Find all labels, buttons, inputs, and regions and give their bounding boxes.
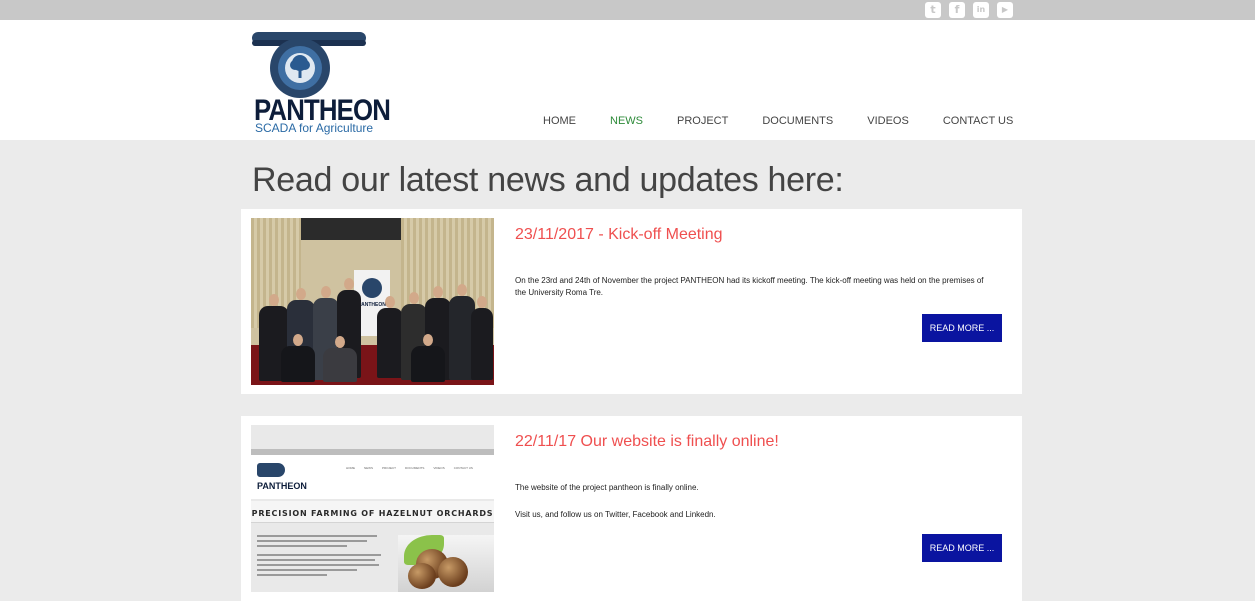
site-logo[interactable]: PANTHEON SCADA for Agriculture <box>252 32 391 135</box>
top-bar: t f in ▶ <box>0 0 1255 20</box>
tree-emblem-icon <box>252 32 366 98</box>
nav-item-project[interactable]: PROJECT <box>666 115 739 127</box>
linkedin-icon[interactable]: in <box>973 2 989 18</box>
read-more-button[interactable]: READ MORE ... <box>922 314 1002 342</box>
logo-tagline: SCADA for Agriculture <box>255 121 374 135</box>
news-summary: The website of the project pantheon is f… <box>515 483 699 492</box>
news-title[interactable]: 23/11/2017 - Kick-off Meeting <box>515 226 723 244</box>
nav-item-documents[interactable]: DOCUMENTS <box>751 115 844 127</box>
read-more-button[interactable]: READ MORE ... <box>922 534 1002 562</box>
nav-item-home[interactable]: HOME <box>532 115 587 127</box>
nav-item-videos[interactable]: VIDEOS <box>856 115 920 127</box>
news-card: PANTHEON 23/11/2017 - Kick-off Meeting O… <box>241 209 1022 394</box>
nav-item-news[interactable]: NEWS <box>599 115 654 127</box>
news-image-website-preview[interactable]: PANTHEON HOME NEWS PROJECT DOCUMENTS VID… <box>251 425 494 592</box>
social-links: t f in ▶ <box>925 2 1013 18</box>
main-nav: HOME NEWS PROJECT DOCUMENTS VIDEOS CONTA… <box>532 115 1036 127</box>
news-summary: Visit us, and follow us on Twitter, Face… <box>515 510 716 519</box>
site-header: PANTHEON SCADA for Agriculture HOME NEWS… <box>0 20 1255 140</box>
twitter-icon[interactable]: t <box>925 2 941 18</box>
news-summary: On the 23rd and 24th of November the pro… <box>515 276 984 297</box>
news-title[interactable]: 22/11/17 Our website is finally online! <box>515 433 779 451</box>
thumb-logo-text: PANTHEON <box>257 481 307 491</box>
hazelnut-photo <box>398 535 494 592</box>
youtube-icon[interactable]: ▶ <box>997 2 1013 18</box>
facebook-icon[interactable]: f <box>949 2 965 18</box>
thumb-nav: HOME NEWS PROJECT DOCUMENTS VIDEOS CONTA… <box>346 466 473 470</box>
page-title: Read our latest news and updates here: <box>252 161 844 199</box>
nav-item-contact-us[interactable]: CONTACT US <box>932 115 1025 127</box>
thumb-logo-icon <box>257 463 285 477</box>
news-image-group-photo[interactable]: PANTHEON <box>251 218 494 385</box>
thumb-band-title: PRECISION FARMING OF HAZELNUT ORCHARDS <box>251 509 494 518</box>
news-card: PANTHEON HOME NEWS PROJECT DOCUMENTS VID… <box>241 416 1022 601</box>
